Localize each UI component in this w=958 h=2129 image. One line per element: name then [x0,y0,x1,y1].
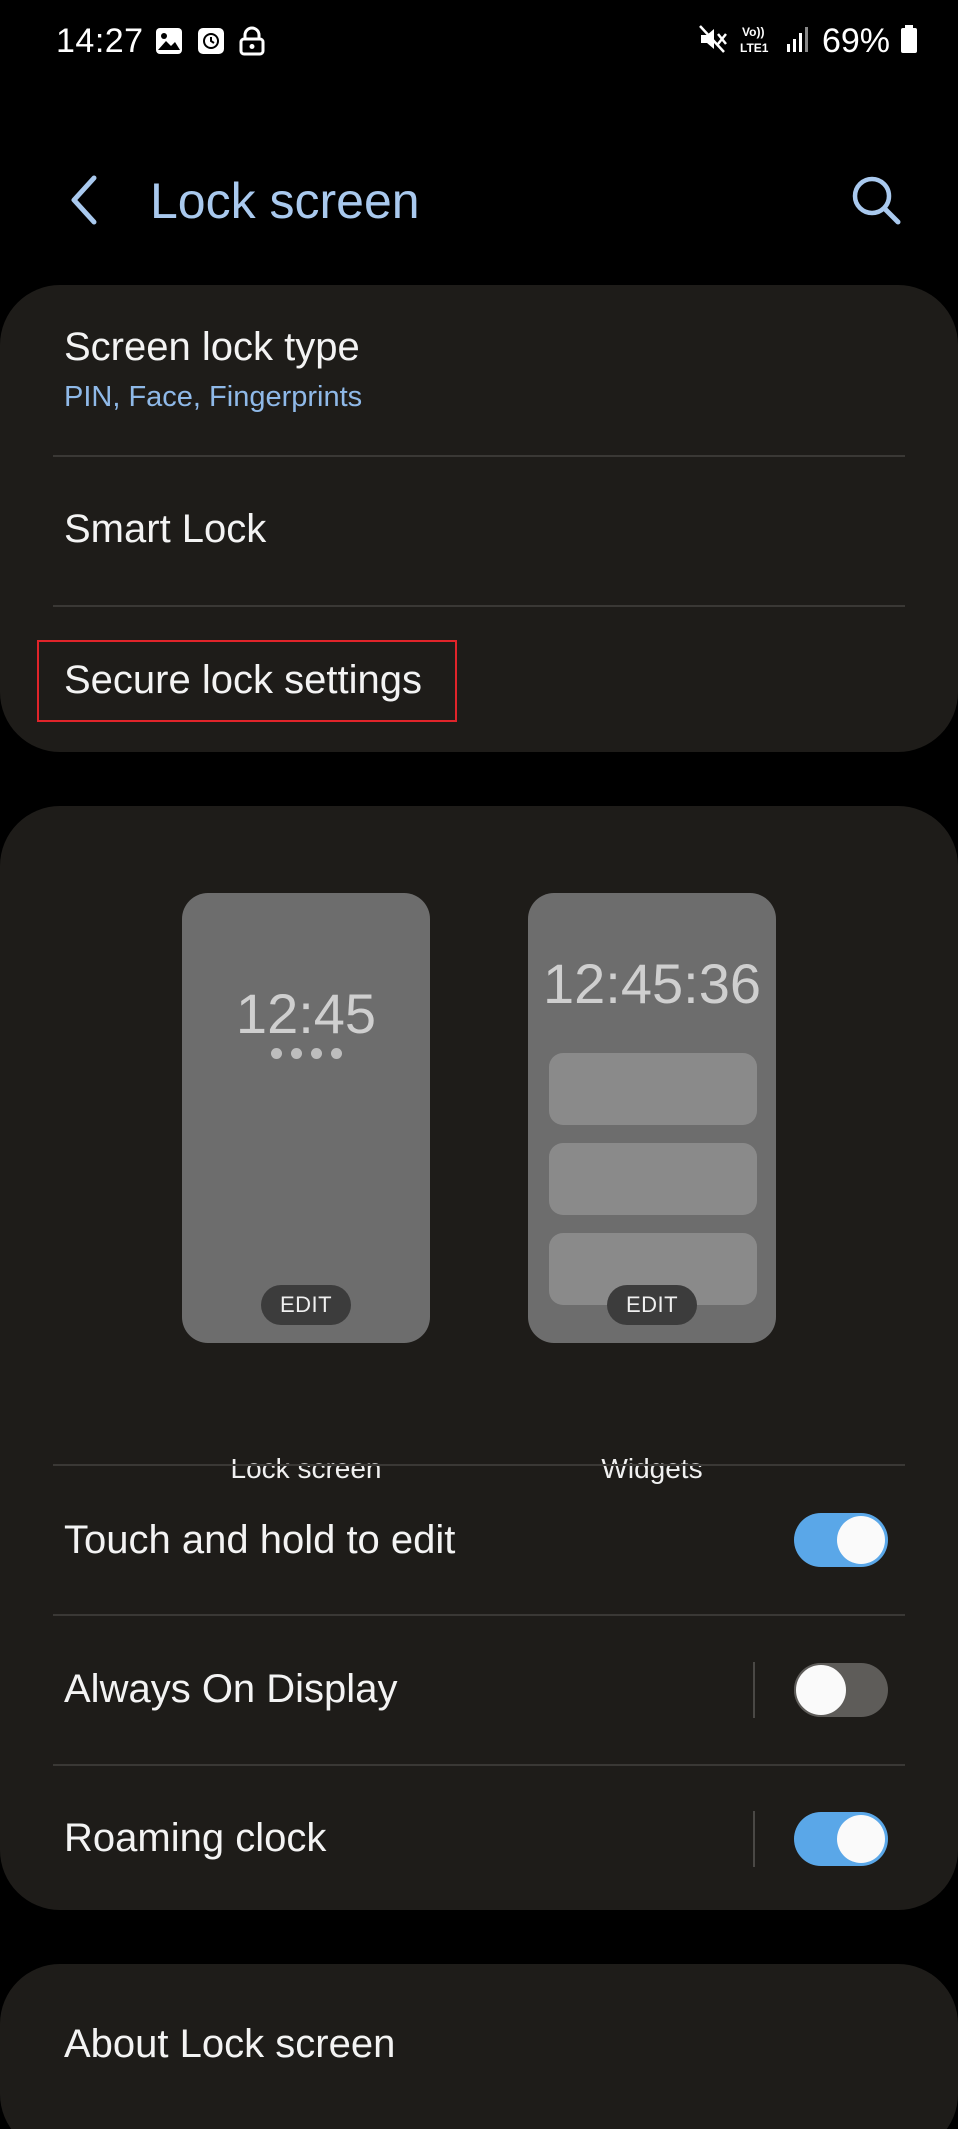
signal-icon [786,24,812,59]
roaming-clock-row[interactable]: Roaming clock [0,1766,958,1910]
battery-percent: 69% [821,22,890,60]
roaming-clock-toggle[interactable] [794,1812,888,1866]
toggle-knob [794,1663,848,1717]
always-on-display-title: Always On Display [64,1667,398,1711]
status-icons-left [154,26,266,61]
alarm-clock-icon [196,26,226,61]
app-header: Lock screen [0,150,958,250]
smart-lock-row[interactable]: Smart Lock [0,457,958,605]
smart-lock-title: Smart Lock [64,507,267,551]
page-title: Lock screen [150,173,420,229]
back-button[interactable] [60,170,110,230]
roaming-clock-title: Roaming clock [64,1816,327,1860]
pin-dots [182,1048,430,1059]
image-icon [154,26,184,61]
widgets-edit-button[interactable]: EDIT [607,1285,697,1325]
lock-screen-customization-card: 12:45 EDIT Lock screen 12:45:36 EDIT Wid… [0,806,958,1910]
always-on-display-row[interactable]: Always On Display [0,1616,958,1764]
screen-lock-type-title: Screen lock type [64,325,360,369]
touch-hold-edit-row[interactable]: Touch and hold to edit [0,1466,958,1614]
pin-dot [310,1048,322,1059]
battery-icon [900,24,918,59]
status-icons-right: Vo)) LTE1 69% [698,22,918,61]
screen-lock-type-row[interactable]: Screen lock type PIN, Face, Fingerprints [0,285,958,455]
lock-screen-edit-button[interactable]: EDIT [261,1285,351,1325]
search-button[interactable] [846,170,906,230]
pin-dot [330,1048,342,1059]
lock-icon [238,26,266,61]
vertical-separator [753,1662,755,1718]
svg-text:Vo)): Vo)) [742,25,764,39]
lock-screen-preview-clock: 12:45 [235,982,377,1045]
lock-screen-preview[interactable]: 12:45 EDIT Lock screen [182,893,430,1484]
always-on-display-toggle[interactable] [794,1663,888,1717]
pin-dot [270,1048,282,1059]
widget-placeholder [549,1143,757,1215]
about-card: About Lock screen [0,1964,958,2129]
highlight-box [37,640,457,722]
widgets-preview[interactable]: 12:45:36 EDIT Widgets [528,893,776,1484]
volte-lte-icon: Vo)) LTE1 [740,23,776,60]
widgets-preview-clock: 12:45:36 [543,952,761,1015]
chevron-left-icon [71,175,97,225]
touch-hold-edit-title: Touch and hold to edit [64,1518,456,1562]
search-icon [852,176,901,225]
touch-hold-edit-toggle[interactable] [794,1513,888,1567]
toggle-knob [837,1516,885,1564]
screen-lock-type-subtitle: PIN, Face, Fingerprints [64,381,363,413]
lock-screen-settings-page: 14:27 Vo)) LTE1 69% Lock screen Screen l… [0,0,958,2129]
about-lock-screen-row[interactable]: About Lock screen [0,1964,958,2114]
widget-placeholder [549,1053,757,1125]
pin-dot [290,1048,302,1059]
svg-text:LTE1: LTE1 [740,41,769,55]
about-lock-screen-title: About Lock screen [64,2022,396,2066]
status-bar: 14:27 Vo)) LTE1 69% [0,0,958,88]
vertical-separator [753,1811,755,1867]
toggle-knob [837,1815,885,1863]
status-time: 14:27 [56,22,144,60]
mute-icon [698,24,730,59]
security-card: Screen lock type PIN, Face, Fingerprints… [0,285,958,752]
